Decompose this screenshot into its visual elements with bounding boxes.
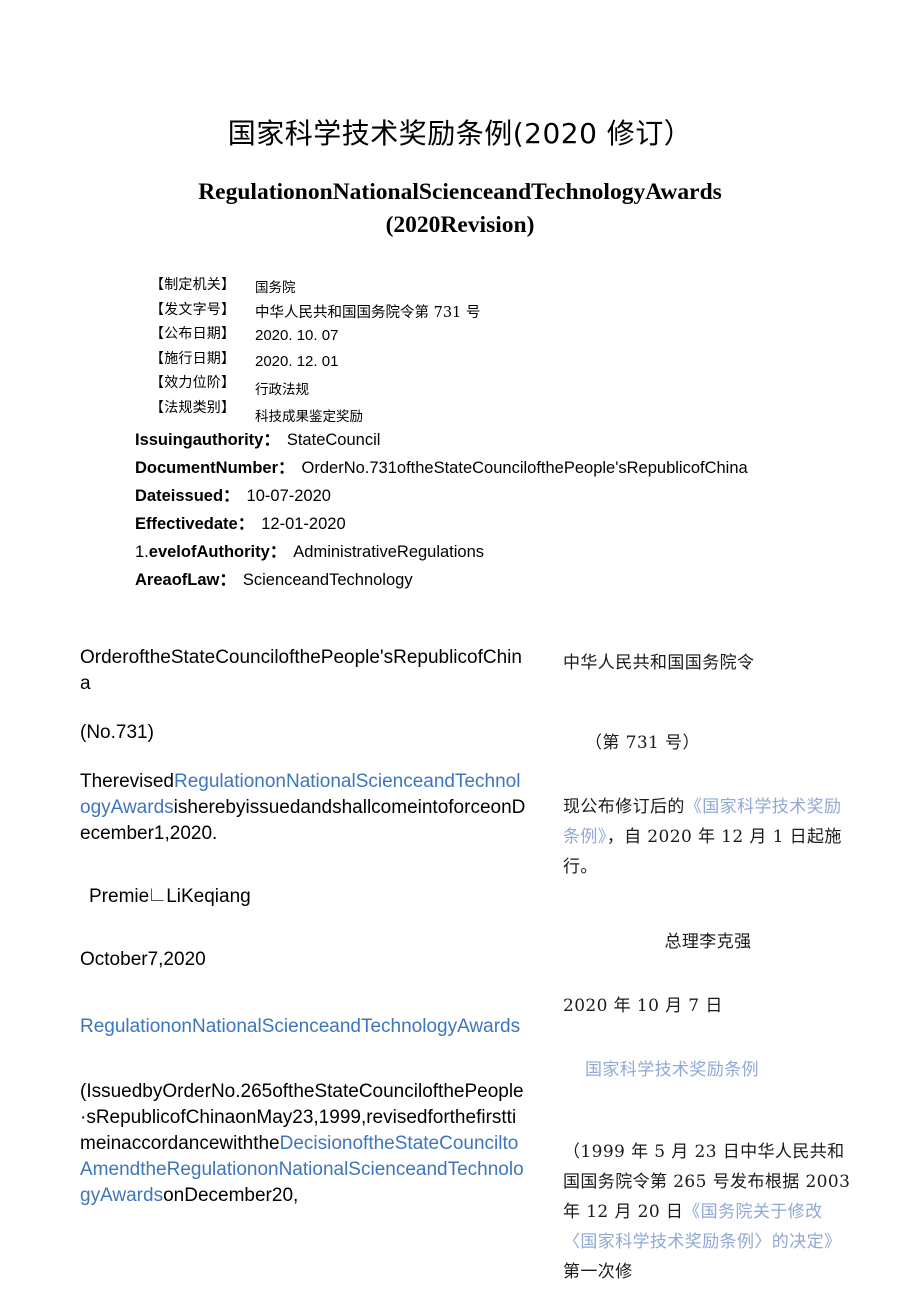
revised-paragraph-cn: 现公布修订后的《国家科学技术奖励条例》，自 2020 年 12 月 1 日起施行… [563, 792, 853, 882]
metadata-label-area-of-law-en: AreaofLaw： [135, 571, 236, 589]
metadata-label-document-number-cn: 【发文字号】 [150, 301, 236, 318]
signature-date-en: October7,2020 [80, 949, 206, 970]
document-title-english: RegulationonNationalScienceandTechnology… [0, 176, 920, 242]
spacer-issued [80, 1063, 527, 1079]
metadata-row-level-of-authority-en: 1.evelofAuthority： AdministrativeRegulati… [135, 538, 895, 566]
metadata-label-effective-date-cn: 【施行日期】 [150, 350, 236, 367]
spacer-issued-cn [563, 1105, 853, 1137]
issued-paragraph-en-part2: onDecember20, [163, 1185, 299, 1206]
spacer-revised-cn [563, 778, 853, 792]
metadata-label-level-of-authority-cn: 【效力位阶】 [150, 375, 236, 391]
body-column-chinese: 中华人民共和国国务院令 （第 731 号） 现公布修订后的《国家科学技术奖励条例… [563, 648, 853, 1307]
metadata-value-date-issued-en: 10-07-2020 [246, 487, 331, 505]
regulation-heading-link-en[interactable]: RegulationonNationalScienceandTechnology… [80, 1014, 527, 1040]
order-number-en: (No.731) [80, 722, 154, 743]
metadata-row-area-of-law-cn: 【法规类别】 科技成果鉴定奖励 [150, 397, 570, 425]
premier-signature-cn: 总理李克强 [664, 932, 752, 952]
issued-paragraph-cn: （1999 年 5 月 23 日中华人民共和国国务院令第 265 号发布根据 2… [563, 1137, 853, 1287]
metadata-label-level-of-authority-en: evelofAuthority： [148, 543, 287, 561]
metadata-label-issuing-authority-cn: 【制定机关】 [150, 277, 236, 293]
metadata-value-level-of-authority-en: AdministrativeRegulations [293, 543, 485, 561]
premier-signature-en: Premie LiKeqiang [80, 884, 527, 910]
metadata-row-date-issued-cn: 【公布日期】 2020. 10. 07 [150, 323, 570, 348]
metadata-row-area-of-law-en: AreaofLaw： ScienceandTechnology [135, 566, 895, 594]
revised-paragraph-en-part1: Therevised [80, 771, 174, 792]
metadata-block-english: Issuingauthority： StateCouncil DocumentNu… [135, 426, 895, 594]
issued-paragraph-cn-part2: 第一次修 [563, 1262, 633, 1282]
metadata-label-effective-date-en: Effectivedate： [135, 515, 255, 533]
metadata-value-issuing-authority-en: StateCouncil [286, 431, 381, 449]
metadata-row-date-issued-en: Dateissued： 10-07-2020 [135, 482, 895, 510]
metadata-value-issuing-authority-cn: 国务院 [255, 280, 296, 296]
order-heading-cn: 中华人民共和国国务院令 [563, 653, 755, 673]
signature-date-cn: 2020 年 10 月 7 日 [563, 996, 723, 1016]
metadata-label-document-number-en: DocumentNumber： [135, 459, 295, 477]
metadata-value-effective-date-cn: 2020. 12. 01 [255, 352, 339, 370]
spacer-heading [80, 996, 527, 1014]
spacer-premier [80, 870, 527, 884]
metadata-label-issuing-authority-en: Issuingauthority： [135, 431, 280, 449]
metadata-row-level-of-authority-cn: 【效力位阶】 行政法规 [150, 372, 570, 398]
document-title-english-line1: RegulationonNationalScienceandTechnology… [198, 179, 722, 205]
spacer-premier-cn [563, 902, 853, 927]
metadata-value-area-of-law-en: ScienceandTechnology [242, 571, 413, 589]
metadata-row-document-number-cn: 【发文字号】 中华人民共和国国务院令第 731 号 [150, 299, 570, 324]
metadata-value-level-of-authority-cn: 行政法规 [255, 382, 309, 398]
revised-paragraph-en: TherevisedRegulationonNationalScienceand… [80, 769, 527, 847]
metadata-block-chinese: 【制定机关】 国务院 【发文字号】 中华人民共和国国务院令第 731 号 【公布… [150, 274, 570, 425]
spacer-date-cn [563, 977, 853, 991]
revised-paragraph-cn-part1: 现公布修订后的 [563, 797, 685, 817]
metadata-row-effective-date-en: Effectivedate： 12-01-2020 [135, 510, 895, 538]
regulation-heading-link-cn[interactable]: 国家科学技术奖励条例 [563, 1055, 853, 1085]
document-title-chinese: 国家科学技术奖励条例(2020 修订） [227, 117, 693, 150]
metadata-value-area-of-law-cn: 科技成果鉴定奖励 [255, 408, 363, 425]
metadata-value-document-number-en: OrderNo.731oftheStateCouncilofthePeople'… [301, 459, 748, 477]
spacer-date [80, 933, 527, 947]
metadata-label-area-of-law-cn: 【法规类别】 [150, 399, 236, 416]
metadata-label-level-of-authority-lead: 1. [135, 543, 149, 561]
issued-paragraph-en: (IssuedbyOrderNo.265oftheStateCounciloft… [80, 1079, 527, 1209]
spacer-order-number-cn [563, 698, 853, 728]
premier-label-en: Premie [89, 886, 150, 907]
metadata-row-issuing-authority-cn: 【制定机关】 国务院 [150, 274, 570, 299]
metadata-value-document-number-cn: 中华人民共和国国务院令第 731 号 [255, 304, 481, 321]
metadata-label-date-issued-en: Dateissued： [135, 487, 240, 505]
metadata-value-effective-date-en: 12-01-2020 [261, 515, 346, 533]
missing-glyph-icon [151, 888, 165, 901]
order-heading-en: OrderoftheStateCouncilofthePeople'sRepub… [80, 647, 522, 694]
spacer-heading-cn [563, 1041, 853, 1055]
metadata-value-date-issued-cn: 2020. 10. 07 [255, 327, 339, 344]
document-page: 国家科学技术奖励条例(2020 修订） RegulationonNational… [0, 0, 920, 1301]
metadata-row-issuing-authority-en: Issuingauthority： StateCouncil [135, 426, 895, 454]
metadata-row-document-number-en: DocumentNumber： OrderNo.731oftheStateCoun… [135, 454, 895, 482]
document-title-english-line2: (2020Revision) [385, 212, 535, 238]
metadata-label-date-issued-cn: 【公布日期】 [150, 326, 236, 342]
premier-name-en: LiKeqiang [166, 886, 251, 907]
metadata-row-effective-date-cn: 【施行日期】 2020. 12. 01 [150, 348, 570, 373]
order-number-cn: （第 731 号） [585, 733, 700, 753]
body-column-english: OrderoftheStateCouncilofthePeople'sRepub… [80, 645, 527, 1232]
